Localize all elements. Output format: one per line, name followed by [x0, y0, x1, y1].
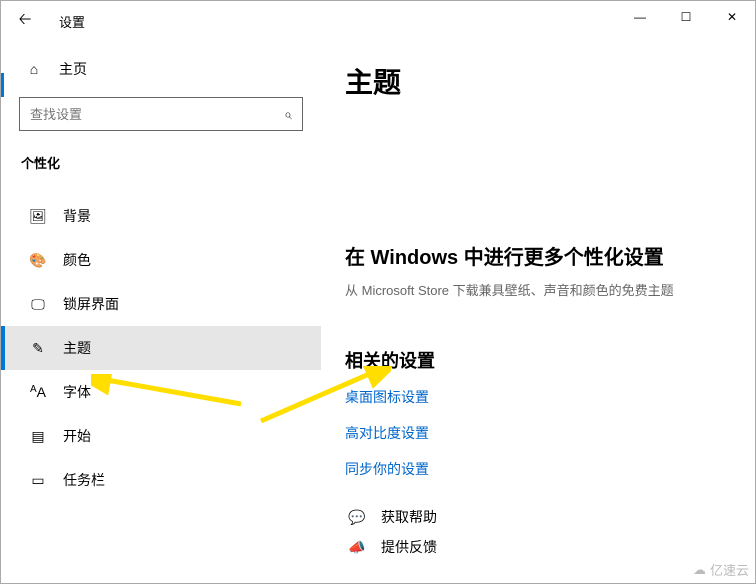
sidebar-item-label: 主题: [63, 338, 91, 358]
sidebar-item-label: 开始: [63, 426, 91, 446]
help-icon: 💬: [345, 509, 369, 526]
cloud-icon: ☁: [693, 562, 706, 578]
sidebar: ⌂ 主页 ⌕ 个性化 🖼 背景 🎨 颜色 🖵 锁屏界面 ✎ 主题 AA 字体: [1, 41, 321, 583]
sidebar-item-start[interactable]: ▤ 开始: [1, 414, 321, 458]
feedback-label: 提供反馈: [381, 537, 437, 557]
sidebar-item-lockscreen[interactable]: 🖵 锁屏界面: [1, 282, 321, 326]
sidebar-item-theme[interactable]: ✎ 主题: [1, 326, 321, 370]
related-settings-heading: 相关的设置: [345, 347, 731, 373]
help-link[interactable]: 💬 获取帮助: [345, 507, 731, 527]
sidebar-item-label: 锁屏界面: [63, 294, 119, 314]
link-sync-settings[interactable]: 同步你的设置: [345, 459, 731, 479]
sidebar-item-label: 字体: [63, 382, 91, 402]
sidebar-item-taskbar[interactable]: ▭ 任务栏: [1, 458, 321, 502]
sidebar-item-label: 背景: [63, 206, 91, 226]
sidebar-item-fonts[interactable]: AA 字体: [1, 370, 321, 414]
feedback-icon: 📣: [345, 539, 369, 556]
back-button[interactable]: 🡠: [5, 1, 45, 41]
search-input[interactable]: [30, 107, 284, 122]
lockscreen-icon: 🖵: [27, 296, 49, 313]
palette-icon: 🎨: [27, 252, 49, 269]
maximize-button[interactable]: ☐: [663, 1, 709, 33]
watermark: ☁ 亿速云: [693, 560, 749, 579]
minimize-button[interactable]: —: [617, 1, 663, 33]
link-high-contrast[interactable]: 高对比度设置: [345, 423, 731, 443]
home-link[interactable]: ⌂ 主页: [1, 49, 321, 89]
window-title: 设置: [59, 12, 85, 31]
home-label: 主页: [59, 59, 87, 79]
home-icon: ⌂: [23, 61, 45, 77]
sidebar-item-label: 任务栏: [63, 470, 105, 490]
taskbar-icon: ▭: [27, 472, 49, 489]
more-personalization-sub: 从 Microsoft Store 下载兼具壁纸、声音和颜色的免费主题: [345, 280, 731, 299]
font-icon: AA: [27, 384, 49, 400]
section-title: 个性化: [1, 153, 321, 172]
page-title: 主题: [345, 61, 731, 101]
link-desktop-icons[interactable]: 桌面图标设置: [345, 387, 731, 407]
theme-icon: ✎: [27, 340, 49, 357]
main-content: 主题 在 Windows 中进行更多个性化设置 从 Microsoft Stor…: [321, 41, 755, 583]
more-personalization-heading: 在 Windows 中进行更多个性化设置: [345, 241, 731, 270]
sidebar-item-background[interactable]: 🖼 背景: [1, 194, 321, 238]
feedback-link[interactable]: 📣 提供反馈: [345, 537, 731, 557]
search-icon: ⌕: [284, 106, 292, 123]
help-label: 获取帮助: [381, 507, 437, 527]
search-box[interactable]: ⌕: [19, 97, 303, 131]
sidebar-item-color[interactable]: 🎨 颜色: [1, 238, 321, 282]
start-icon: ▤: [27, 428, 49, 445]
close-button[interactable]: ✕: [709, 1, 755, 33]
picture-icon: 🖼: [27, 208, 49, 225]
sidebar-item-label: 颜色: [63, 250, 91, 270]
